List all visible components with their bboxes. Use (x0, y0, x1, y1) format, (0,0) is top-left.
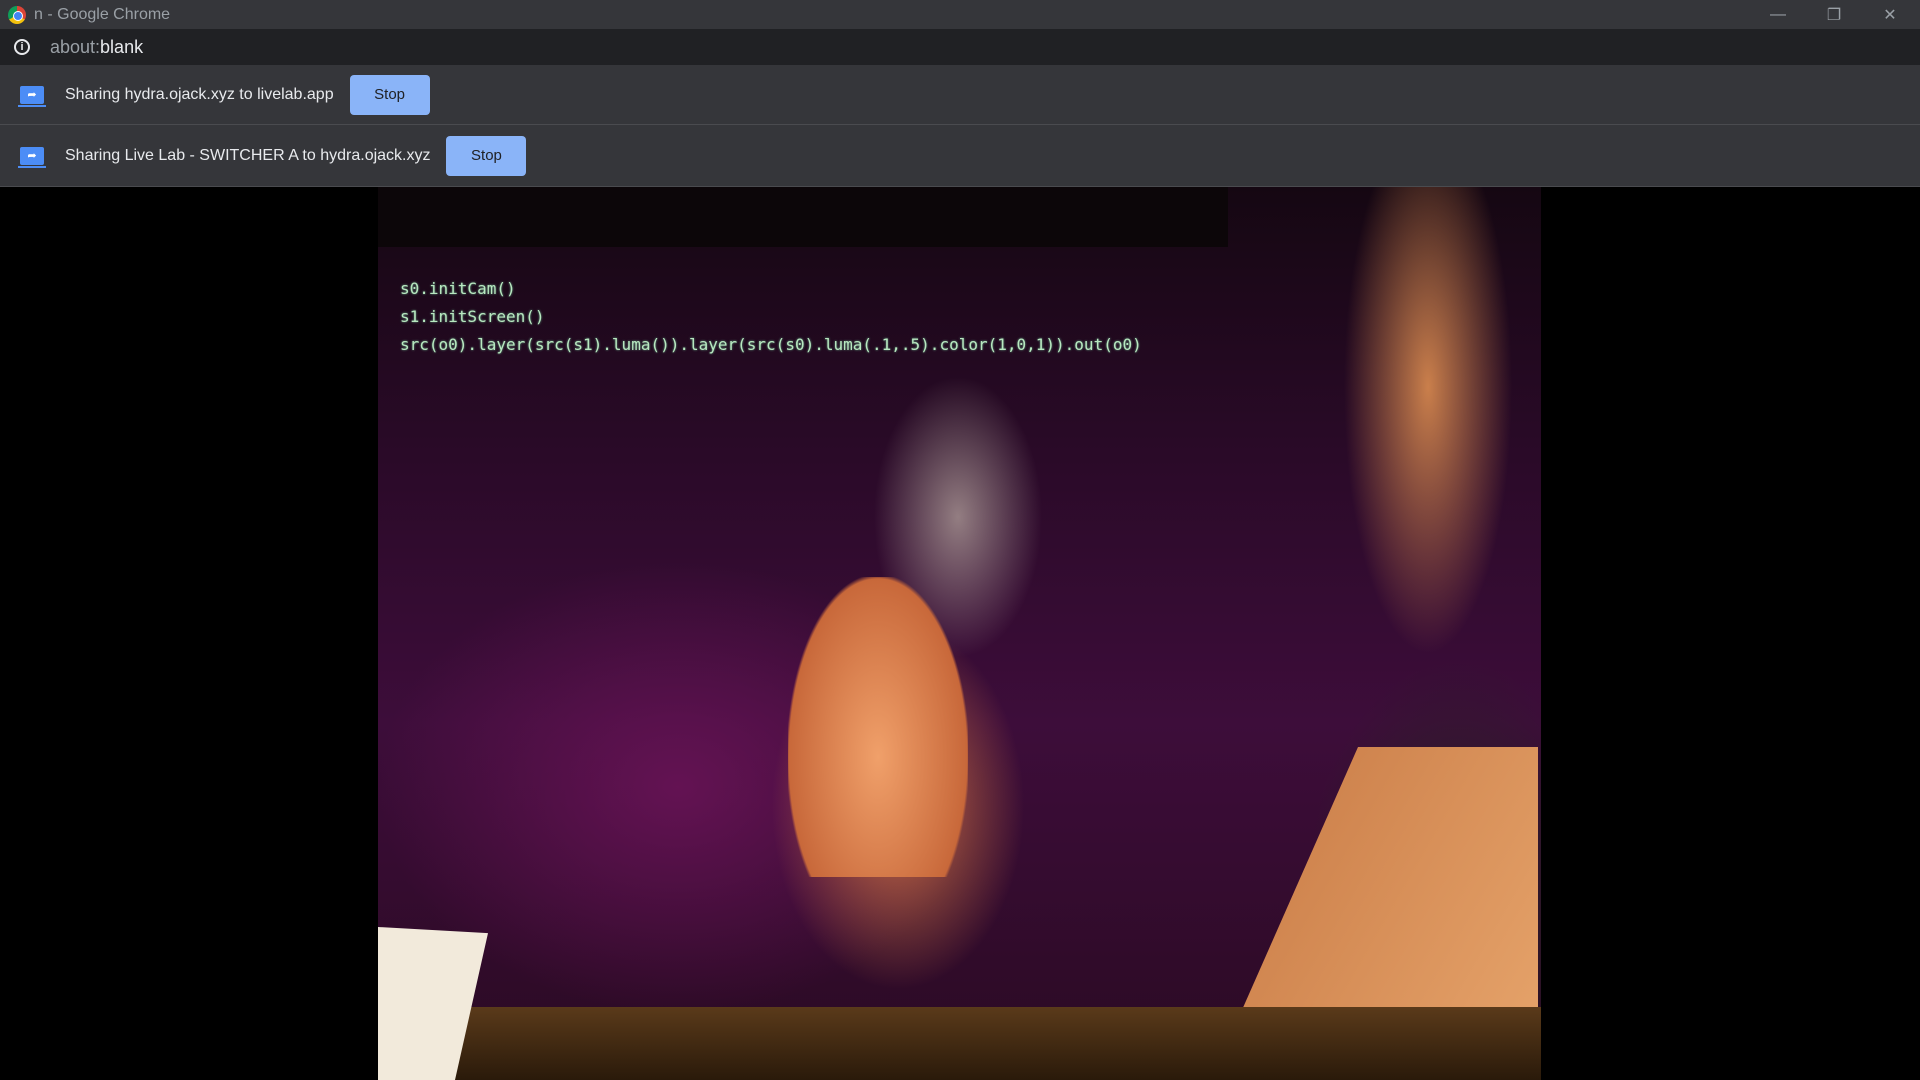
minimize-icon[interactable]: — (1750, 0, 1806, 29)
sharing-message: Sharing Live Lab - SWITCHER A to hydra.o… (65, 146, 431, 164)
title-bar: n - Google Chrome — ❐ ✕ (0, 0, 1920, 29)
sharing-infobar-1: ➦ Sharing hydra.ojack.xyz to livelab.app… (0, 65, 1920, 125)
window-title: n - Google Chrome (34, 5, 171, 23)
stop-sharing-button[interactable]: Stop (349, 74, 430, 115)
screen-share-icon: ➦ (18, 146, 46, 168)
close-icon[interactable]: ✕ (1862, 0, 1918, 29)
screen-share-icon: ➦ (18, 85, 46, 107)
video-dark-band (378, 187, 1228, 247)
stop-sharing-button[interactable]: Stop (446, 135, 527, 176)
info-icon[interactable]: i (14, 39, 30, 55)
restore-icon[interactable]: ❐ (1806, 0, 1862, 29)
url-scheme: about: (50, 36, 101, 57)
address-bar[interactable]: i about:blank (0, 29, 1920, 65)
sharing-message: Sharing hydra.ojack.xyz to livelab.app (65, 85, 334, 103)
chrome-logo-icon (8, 5, 26, 24)
url-text[interactable]: about:blank (50, 37, 143, 58)
video-output: s0.initCam() s1.initScreen() src(o0).layer… (378, 187, 1541, 1080)
hydra-code: s0.initCam() s1.initScreen() src(o0).layer… (400, 275, 1142, 359)
code-line: src(o0).layer(src(s1).luma()).layer(src(… (400, 335, 1142, 354)
hand-shape (788, 577, 968, 877)
sharing-infobar-2: ➦ Sharing Live Lab - SWITCHER A to hydra… (0, 125, 1920, 187)
url-path: blank (100, 36, 144, 57)
code-line: s1.initScreen() (400, 307, 545, 326)
code-line: s0.initCam() (400, 279, 516, 298)
table-shape (378, 1007, 1541, 1080)
